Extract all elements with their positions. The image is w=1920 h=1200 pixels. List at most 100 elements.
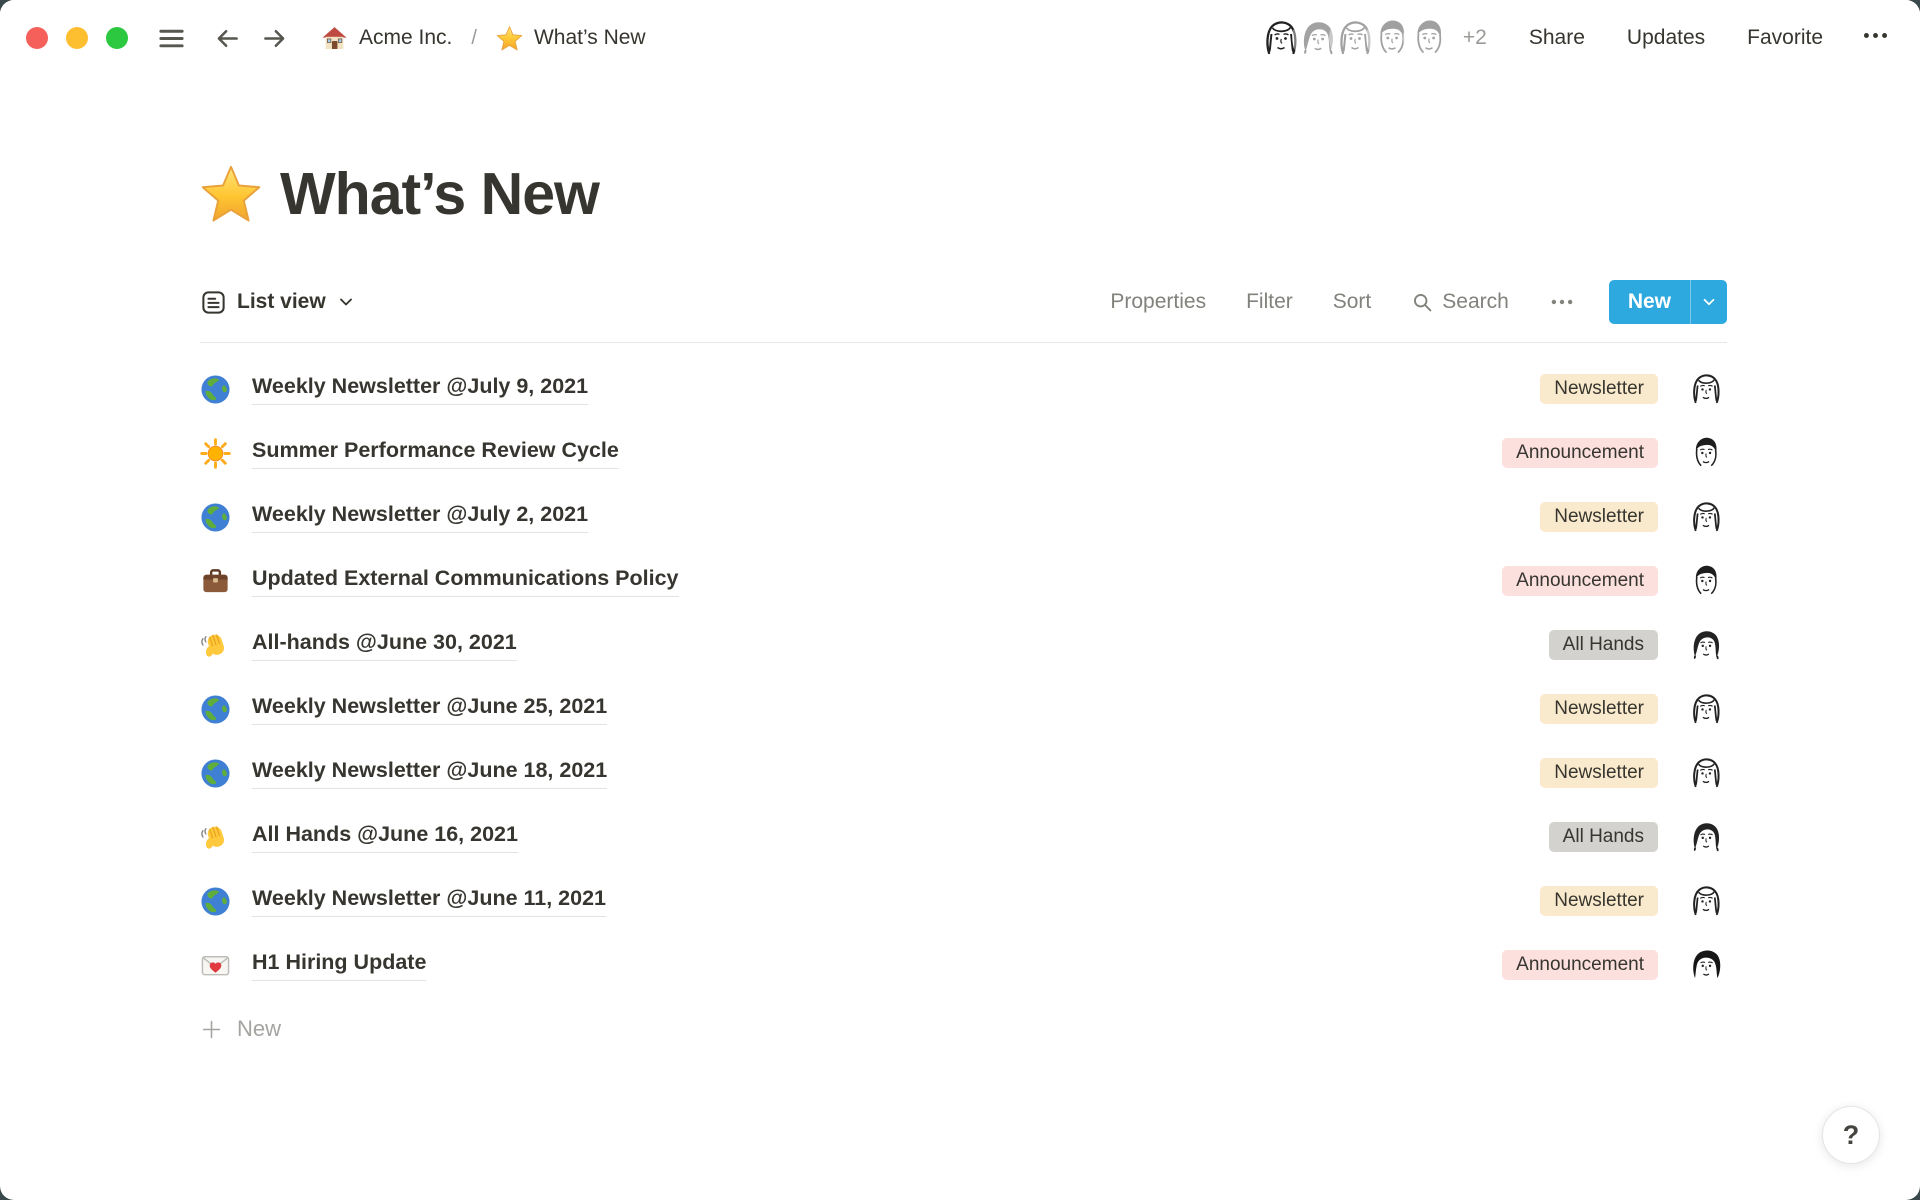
star-icon[interactable] [200,163,262,225]
window-controls [26,27,128,49]
collaborator-overflow-count[interactable]: +2 [1463,26,1487,50]
globe-icon [200,374,231,405]
page-link[interactable]: Updated External Communications Policy [252,565,679,597]
chevron-down-icon [1700,293,1718,311]
type-tag[interactable]: Announcement [1502,438,1658,468]
page-link[interactable]: H1 Hiring Update [252,949,426,981]
sidebar-menu-button[interactable] [156,23,187,54]
globe-icon [200,694,231,725]
new-entry-dropdown-button[interactable] [1690,280,1727,324]
table-row: Updated External Communications Policy A… [200,549,1727,613]
type-tag[interactable]: Newsletter [1540,886,1658,916]
collaborator-avatar[interactable] [1405,14,1453,62]
row-meta: Newsletter [1540,368,1727,410]
view-toolbar: List view Properties Filter Sort Search … [200,280,1727,343]
top-bar-actions: +2 Share Updates Favorite [1257,14,1890,62]
author-avatar[interactable] [1685,624,1727,666]
hamburger-icon [156,23,187,54]
table-row: Summer Performance Review Cycle Announce… [200,421,1727,485]
breadcrumb-workspace[interactable]: Acme Inc. [359,26,452,50]
table-row: Weekly Newsletter @June 11, 2021 Newslet… [200,869,1727,933]
add-new-row-label: New [237,1016,281,1042]
properties-button[interactable]: Properties [1110,290,1206,314]
page-link[interactable]: Summer Performance Review Cycle [252,437,619,469]
row-meta: All Hands [1549,816,1727,858]
table-row: All-hands @June 30, 2021 All Hands [200,613,1727,677]
filter-button[interactable]: Filter [1246,290,1293,314]
list-view-rows: Weekly Newsletter @July 9, 2021 Newslett… [200,357,1727,1061]
waving-hand-icon [200,822,231,853]
author-avatar[interactable] [1685,368,1727,410]
globe-icon [200,502,231,533]
search-icon [1411,291,1434,314]
sort-button[interactable]: Sort [1333,290,1372,314]
row-meta: All Hands [1549,624,1727,666]
page-title[interactable]: What’s New [280,160,599,228]
type-tag[interactable]: All Hands [1549,630,1658,660]
row-meta: Announcement [1502,432,1727,474]
type-tag[interactable]: Announcement [1502,950,1658,980]
back-button[interactable] [213,24,242,53]
breadcrumb: Acme Inc. / What’s New [321,25,646,52]
breadcrumb-page[interactable]: What’s New [534,26,646,50]
type-tag[interactable]: Newsletter [1540,502,1658,532]
page-link[interactable]: Weekly Newsletter @July 2, 2021 [252,501,588,533]
row-meta: Announcement [1502,560,1727,602]
waving-hand-icon [200,630,231,661]
table-row: Weekly Newsletter @July 2, 2021 Newslett… [200,485,1727,549]
more-menu-button[interactable] [1861,21,1890,55]
help-button[interactable]: ? [1822,1106,1880,1164]
row-meta: Announcement [1502,944,1727,986]
collaborator-avatars [1257,14,1453,62]
page-link[interactable]: Weekly Newsletter @June 18, 2021 [252,757,607,789]
type-tag[interactable]: Newsletter [1540,758,1658,788]
author-avatar[interactable] [1685,688,1727,730]
page-link[interactable]: Weekly Newsletter @June 11, 2021 [252,885,606,917]
new-entry-button[interactable]: New [1609,280,1690,324]
favorite-button[interactable]: Favorite [1747,26,1823,50]
close-window-button[interactable] [26,27,48,49]
search-button[interactable]: Search [1411,290,1509,314]
page-link[interactable]: All Hands @June 16, 2021 [252,821,518,853]
globe-icon [200,758,231,789]
briefcase-icon [200,566,231,597]
zoom-window-button[interactable] [106,27,128,49]
chevron-down-icon [336,292,356,312]
new-entry-split-button: New [1609,280,1727,324]
author-avatar[interactable] [1685,560,1727,602]
author-avatar[interactable] [1685,944,1727,986]
author-avatar[interactable] [1685,752,1727,794]
add-new-row-button[interactable]: New [200,997,1727,1061]
arrow-left-icon [213,24,242,53]
table-row: Weekly Newsletter @July 9, 2021 Newslett… [200,357,1727,421]
table-row: Weekly Newsletter @June 18, 2021 Newslet… [200,741,1727,805]
row-meta: Newsletter [1540,688,1727,730]
view-selector-label: List view [237,290,326,314]
share-button[interactable]: Share [1529,26,1585,50]
view-more-options-button[interactable] [1549,289,1575,315]
type-tag[interactable]: All Hands [1549,822,1658,852]
sun-icon [200,438,231,469]
updates-button[interactable]: Updates [1627,26,1705,50]
author-avatar[interactable] [1685,496,1727,538]
page-title-block: What’s New [200,160,1727,228]
author-avatar[interactable] [1685,432,1727,474]
row-meta: Newsletter [1540,752,1727,794]
table-row: H1 Hiring Update Announcement [200,933,1727,997]
type-tag[interactable]: Newsletter [1540,374,1658,404]
house-icon [321,25,348,52]
page-link[interactable]: Weekly Newsletter @June 25, 2021 [252,693,607,725]
author-avatar[interactable] [1685,816,1727,858]
author-avatar[interactable] [1685,880,1727,922]
table-row: Weekly Newsletter @June 25, 2021 Newslet… [200,677,1727,741]
page-link[interactable]: All-hands @June 30, 2021 [252,629,517,661]
view-selector[interactable]: List view [200,289,356,316]
type-tag[interactable]: Announcement [1502,566,1658,596]
love-letter-icon [200,950,231,981]
page-link[interactable]: Weekly Newsletter @July 9, 2021 [252,373,588,405]
type-tag[interactable]: Newsletter [1540,694,1658,724]
arrow-right-icon [260,24,289,53]
table-row: All Hands @June 16, 2021 All Hands [200,805,1727,869]
forward-button[interactable] [260,24,289,53]
minimize-window-button[interactable] [66,27,88,49]
